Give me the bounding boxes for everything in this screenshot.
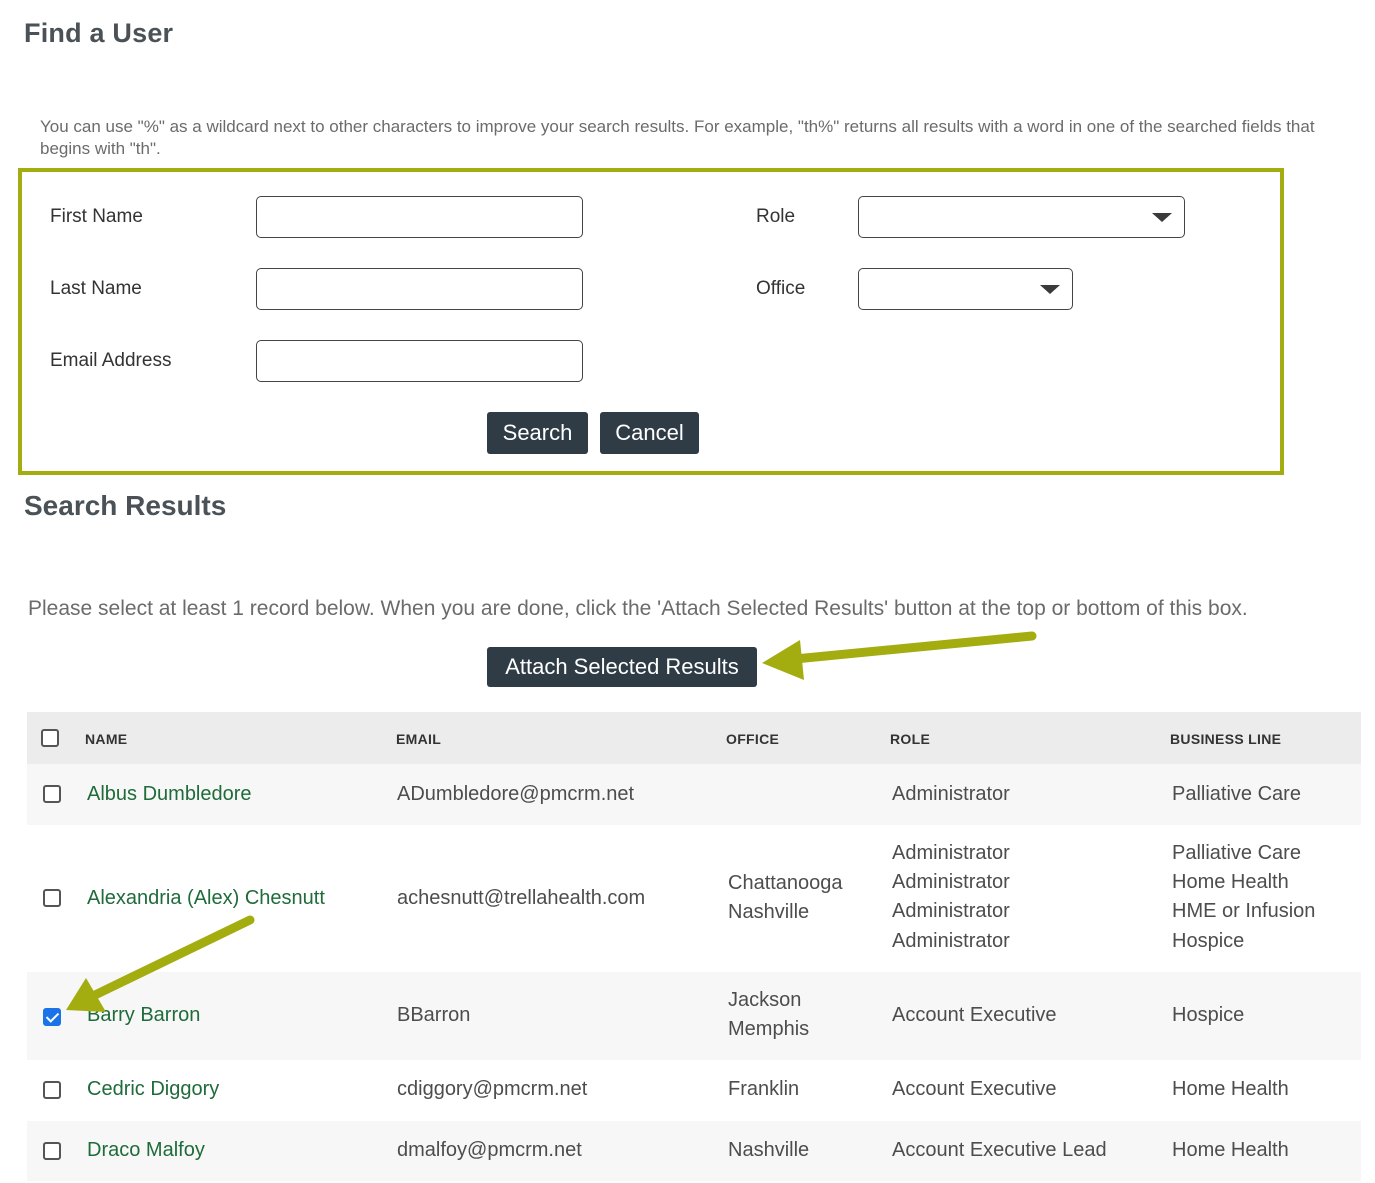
annotation-arrows: [66, 631, 1037, 1012]
arrow-to-checkbox-icon: [66, 915, 255, 1012]
arrow-to-attach-button-icon: [762, 631, 1037, 680]
